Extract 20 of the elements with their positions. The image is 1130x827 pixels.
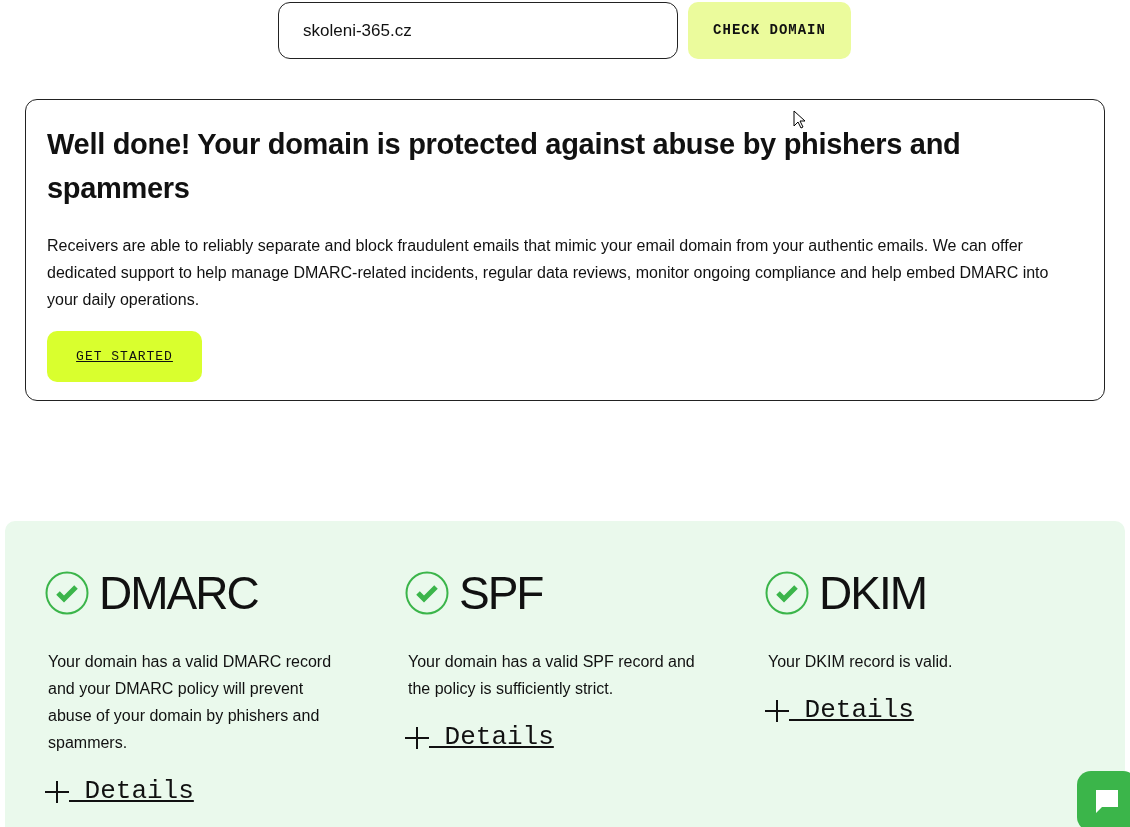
check-title: DKIM bbox=[819, 568, 926, 618]
check-title: SPF bbox=[459, 568, 543, 618]
check-description: Your domain has a valid SPF record and the policy is sufficiently strict. bbox=[408, 652, 696, 699]
details-link[interactable]: Details bbox=[45, 772, 194, 811]
plus-icon bbox=[45, 779, 69, 804]
details-link[interactable]: Details bbox=[765, 691, 914, 730]
check-description: Your domain has a valid DMARC record and your DMARC policy will prevent abuse of your domain by phishers and spammers. bbox=[48, 652, 333, 753]
details-link[interactable]: Details bbox=[405, 718, 554, 757]
get-started-button[interactable]: GET STARTED bbox=[47, 331, 202, 382]
check-title: DMARC bbox=[99, 568, 258, 618]
plus-icon bbox=[405, 725, 429, 750]
check-description: Your DKIM record is valid. bbox=[768, 652, 954, 672]
chat-button[interactable] bbox=[1077, 771, 1130, 827]
domain-input[interactable]: skoleni-365.cz bbox=[278, 2, 678, 59]
result-description: Receivers are able to reliably separate and block fraudulent emails that mimic your email domain from your authentic emails. We can offer dedicated support to help manage DMARC-related incidents, regular data reviews, monitor ongoing compliance and help embed DMARC into your daily operations. bbox=[47, 236, 1050, 310]
plus-icon bbox=[765, 698, 789, 723]
result-title: Well done! Your domain is protected against abuse by phishers and spammers bbox=[47, 127, 962, 206]
chat-icon bbox=[1093, 787, 1121, 815]
cursor-icon bbox=[793, 110, 806, 129]
check-domain-button[interactable]: CHECK DOMAIN bbox=[688, 2, 851, 59]
